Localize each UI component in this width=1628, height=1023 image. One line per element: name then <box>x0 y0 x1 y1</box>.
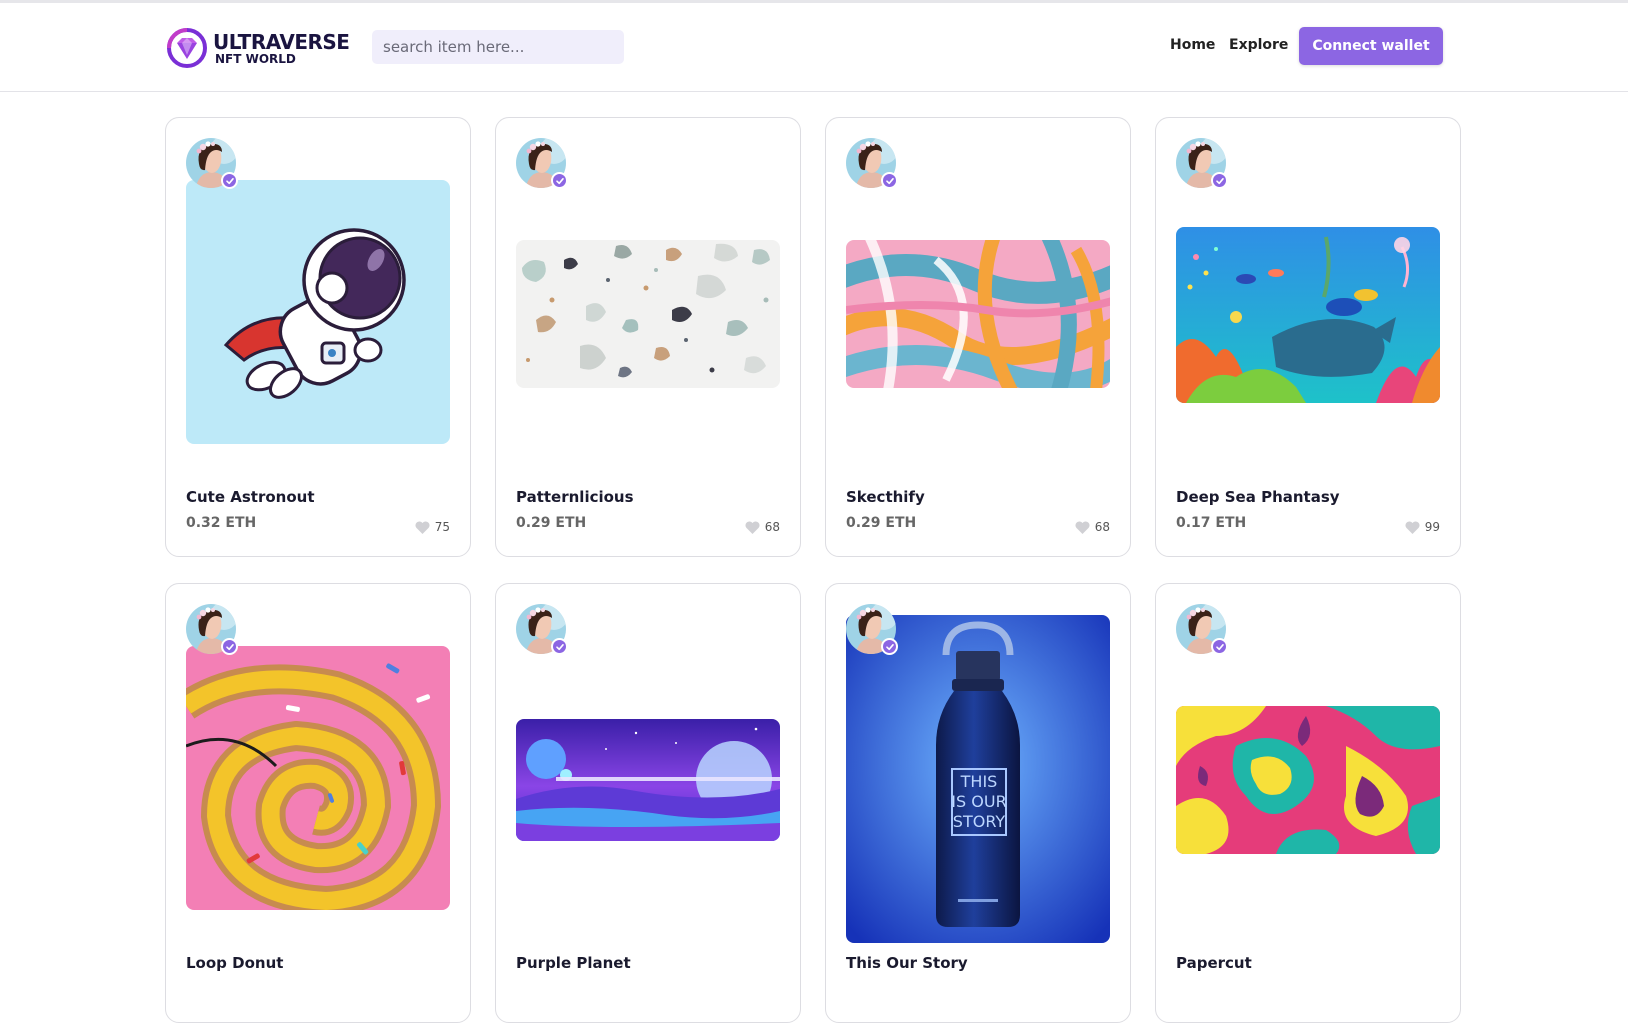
nft-card[interactable]: Skecthify 0.29 ETH 68 <box>825 117 1131 557</box>
like-counter[interactable]: 75 <box>415 520 450 534</box>
diamond-logo-icon <box>167 28 207 68</box>
verified-badge-icon <box>221 172 238 189</box>
nft-image-terrazzo[interactable] <box>516 240 780 388</box>
search-input[interactable] <box>372 30 624 64</box>
verified-badge-icon <box>881 638 898 655</box>
heart-icon <box>415 521 430 534</box>
like-count: 68 <box>764 520 780 534</box>
like-counter[interactable]: 99 <box>1405 520 1440 534</box>
site-header: ULTRAVERSE NFT WORLD Home Explore Connec… <box>0 3 1628 92</box>
like-count: 68 <box>1094 520 1110 534</box>
nft-price: 0.32 ETH <box>186 515 257 531</box>
nft-image-astronaut[interactable] <box>186 180 450 444</box>
heart-icon <box>745 521 760 534</box>
verified-badge-icon <box>1211 638 1228 655</box>
nft-image-purple-planet[interactable] <box>516 719 780 841</box>
creator-avatar[interactable] <box>186 138 238 189</box>
nft-name: Purple Planet <box>516 954 631 972</box>
verified-badge-icon <box>551 638 568 655</box>
creator-avatar[interactable] <box>846 604 898 655</box>
nav-home-link[interactable]: Home <box>1170 37 1215 53</box>
nft-name: Deep Sea Phantasy <box>1176 488 1340 506</box>
nft-name: Loop Donut <box>186 954 284 972</box>
nft-image-brush-strokes[interactable] <box>846 240 1110 388</box>
nft-card[interactable]: Deep Sea Phantasy 0.17 ETH 99 <box>1155 117 1461 557</box>
nft-card[interactable]: Papercut <box>1155 583 1461 1023</box>
verified-badge-icon <box>221 638 238 655</box>
nft-image-water-bottle[interactable]: THIS IS OUR STORY <box>846 615 1110 943</box>
heart-icon <box>1075 521 1090 534</box>
nft-card[interactable]: Purple Planet <box>495 583 801 1023</box>
like-count: 75 <box>434 520 450 534</box>
nft-card[interactable]: THIS IS OUR STORY This Our Story <box>825 583 1131 1023</box>
nft-image-papercut[interactable] <box>1176 706 1440 854</box>
nft-name: Patternlicious <box>516 488 634 506</box>
nft-image-donut-spiral[interactable] <box>186 646 450 910</box>
nft-price: 0.29 ETH <box>846 515 917 531</box>
like-counter[interactable]: 68 <box>745 520 780 534</box>
creator-avatar[interactable] <box>846 138 898 189</box>
nft-name: Cute Astronout <box>186 488 315 506</box>
nav-explore-link[interactable]: Explore <box>1229 37 1288 53</box>
nft-card[interactable]: Loop Donut <box>165 583 471 1023</box>
heart-icon <box>1405 521 1420 534</box>
creator-avatar[interactable] <box>186 604 238 655</box>
like-counter[interactable]: 68 <box>1075 520 1110 534</box>
verified-badge-icon <box>881 172 898 189</box>
bottle-caption: THIS <box>960 772 998 791</box>
nft-name: Skecthify <box>846 488 925 506</box>
creator-avatar[interactable] <box>516 604 568 655</box>
creator-avatar[interactable] <box>1176 138 1228 189</box>
verified-badge-icon <box>1211 172 1228 189</box>
logo-title: ULTRAVERSE <box>213 29 350 54</box>
nft-image-underwater[interactable] <box>1176 227 1440 403</box>
bottle-caption: STORY <box>953 812 1006 831</box>
site-logo[interactable]: ULTRAVERSE NFT WORLD <box>165 27 350 69</box>
like-count: 99 <box>1424 520 1440 534</box>
nft-card[interactable]: Patternlicious 0.29 ETH 68 <box>495 117 801 557</box>
nft-price: 0.29 ETH <box>516 515 587 531</box>
connect-wallet-button[interactable]: Connect wallet <box>1299 27 1443 65</box>
verified-badge-icon <box>551 172 568 189</box>
creator-avatar[interactable] <box>1176 604 1228 655</box>
nft-price: 0.17 ETH <box>1176 515 1247 531</box>
nft-card[interactable]: Cute Astronout 0.32 ETH 75 <box>165 117 471 557</box>
bottle-caption: IS OUR <box>951 792 1006 811</box>
nft-name: This Our Story <box>846 954 968 972</box>
creator-avatar[interactable] <box>516 138 568 189</box>
logo-subtitle: NFT WORLD <box>215 51 296 66</box>
nft-name: Papercut <box>1176 954 1252 972</box>
